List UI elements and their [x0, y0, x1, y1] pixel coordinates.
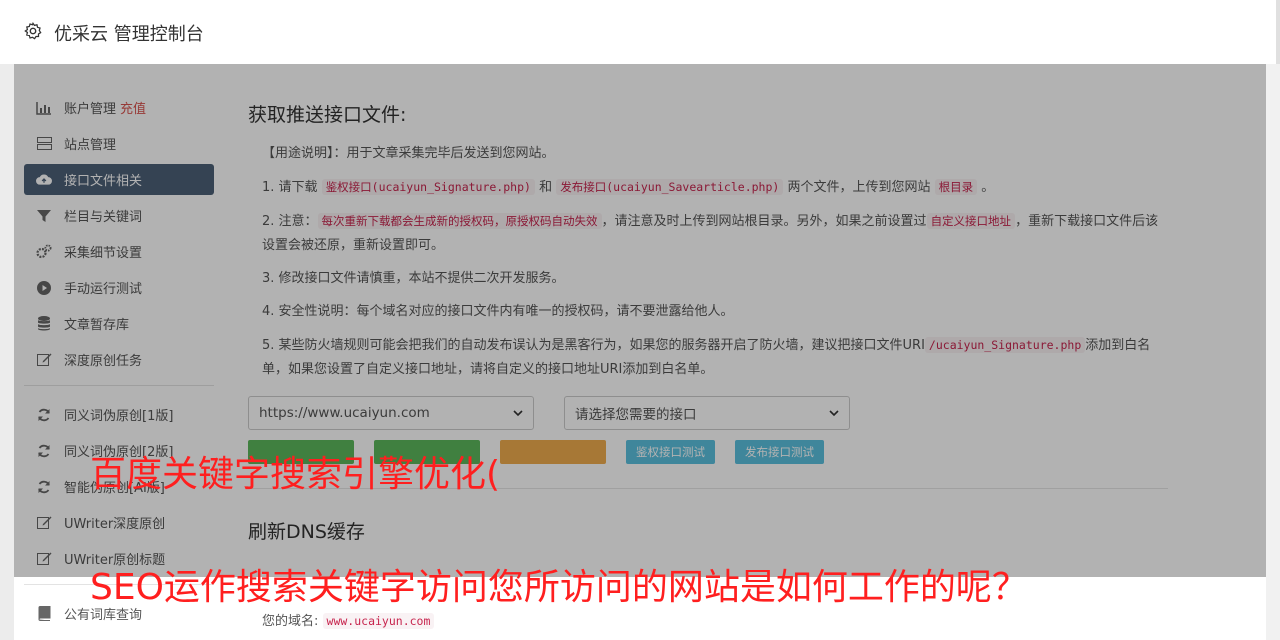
dim-overlay — [14, 64, 1266, 577]
scrollbar[interactable] — [1266, 64, 1280, 640]
domain-value: www.ucaiyun.com — [322, 613, 435, 629]
caption-line-1: 百度关键字搜索引擎优化( — [90, 454, 501, 495]
domain-row: 您的域名: www.ucaiyun.com — [248, 609, 1168, 634]
app-title: 优采云 管理控制台 — [54, 24, 204, 45]
caption-line-2: SEO运作搜索关键字访问您所访问的网站是如何工作的呢？ — [90, 567, 1028, 608]
header-edge — [1276, 0, 1280, 64]
domain-label: 您的域名: — [262, 614, 319, 629]
book-icon — [36, 606, 52, 622]
top-bar: 优采云 管理控制台 — [0, 0, 1280, 64]
gear-icon — [24, 22, 42, 40]
